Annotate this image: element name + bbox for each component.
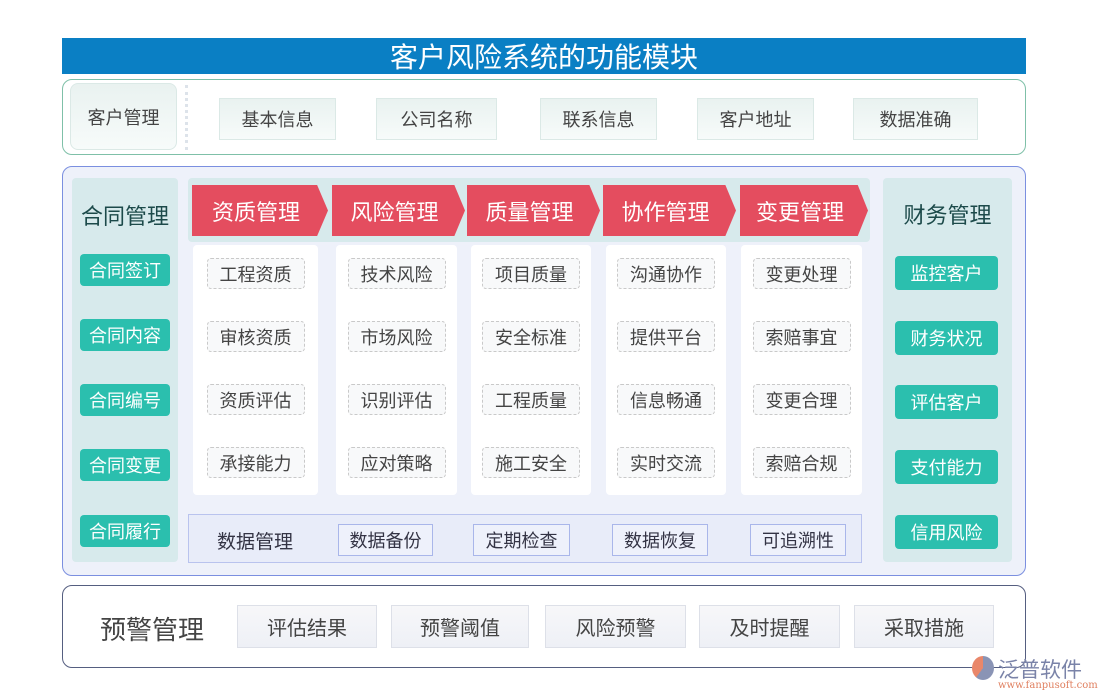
module-item[interactable]: 审核资质 (207, 321, 305, 352)
module-item[interactable]: 索赔合规 (753, 447, 851, 478)
contract-item-button[interactable]: 合同内容 (80, 319, 170, 351)
contract-item-button[interactable]: 合同签订 (80, 254, 170, 286)
customer-item[interactable]: 公司名称 (376, 98, 497, 140)
module-header-arrow[interactable]: 风险管理 (332, 185, 465, 236)
data-management-item[interactable]: 可追溯性 (750, 524, 846, 556)
logo-icon (972, 656, 994, 680)
module-header-arrow[interactable]: 质量管理 (467, 185, 600, 236)
module-item[interactable]: 施工安全 (482, 447, 580, 478)
contract-title: 合同管理 (72, 198, 178, 232)
module-item[interactable]: 技术风险 (348, 258, 446, 289)
module-item[interactable]: 承接能力 (207, 447, 305, 478)
module-item[interactable]: 变更处理 (753, 258, 851, 289)
module-item[interactable]: 实时交流 (617, 447, 715, 478)
warning-label: 预警管理 (92, 608, 212, 648)
contract-panel (72, 178, 178, 562)
module-item[interactable]: 应对策略 (348, 447, 446, 478)
module-item[interactable]: 变更合理 (753, 384, 851, 415)
module-item[interactable]: 识别评估 (348, 384, 446, 415)
contract-item-button[interactable]: 合同变更 (80, 449, 170, 481)
data-management-label: 数据管理 (205, 524, 305, 556)
customer-label: 客户管理 (70, 83, 177, 150)
customer-item[interactable]: 联系信息 (540, 98, 657, 140)
finance-item-button[interactable]: 财务状况 (895, 321, 998, 355)
warning-item[interactable]: 预警阈值 (391, 605, 529, 648)
data-management-item[interactable]: 数据恢复 (612, 524, 708, 556)
module-item[interactable]: 资质评估 (207, 384, 305, 415)
warning-item[interactable]: 风险预警 (545, 605, 686, 648)
customer-item[interactable]: 基本信息 (219, 98, 336, 140)
fanpu-logo: 泛普软件 www.fanpusoft.com (970, 654, 1095, 694)
finance-item-button[interactable]: 评估客户 (895, 385, 998, 419)
warning-item[interactable]: 评估结果 (237, 605, 377, 648)
module-item[interactable]: 索赔事宜 (753, 321, 851, 352)
module-item[interactable]: 工程资质 (207, 258, 305, 289)
finance-item-button[interactable]: 监控客户 (895, 256, 998, 290)
module-item[interactable]: 沟通协作 (617, 258, 715, 289)
module-item[interactable]: 信息畅通 (617, 384, 715, 415)
page-title: 客户风险系统的功能模块 (62, 38, 1026, 74)
contract-item-button[interactable]: 合同履行 (80, 515, 170, 547)
warning-item[interactable]: 采取措施 (854, 605, 994, 648)
logo-url: www.fanpusoft.com (998, 680, 1098, 691)
finance-panel (883, 178, 1012, 562)
warning-item[interactable]: 及时提醒 (699, 605, 840, 648)
data-management-item[interactable]: 数据备份 (338, 524, 433, 556)
divider (185, 85, 188, 150)
module-header-arrow[interactable]: 资质管理 (192, 185, 328, 236)
finance-item-button[interactable]: 支付能力 (895, 450, 998, 484)
data-management-item[interactable]: 定期检查 (473, 524, 570, 556)
module-item[interactable]: 提供平台 (617, 321, 715, 352)
contract-item-button[interactable]: 合同编号 (80, 384, 170, 416)
customer-item[interactable]: 客户地址 (697, 98, 814, 140)
module-item[interactable]: 安全标准 (482, 321, 580, 352)
module-item[interactable]: 市场风险 (348, 321, 446, 352)
customer-item[interactable]: 数据准确 (853, 98, 978, 140)
finance-title: 财务管理 (883, 197, 1012, 231)
module-item[interactable]: 工程质量 (482, 384, 580, 415)
module-header-arrow[interactable]: 变更管理 (740, 185, 868, 236)
module-item[interactable]: 项目质量 (482, 258, 580, 289)
finance-item-button[interactable]: 信用风险 (895, 515, 998, 549)
module-header-arrow[interactable]: 协作管理 (603, 185, 736, 236)
